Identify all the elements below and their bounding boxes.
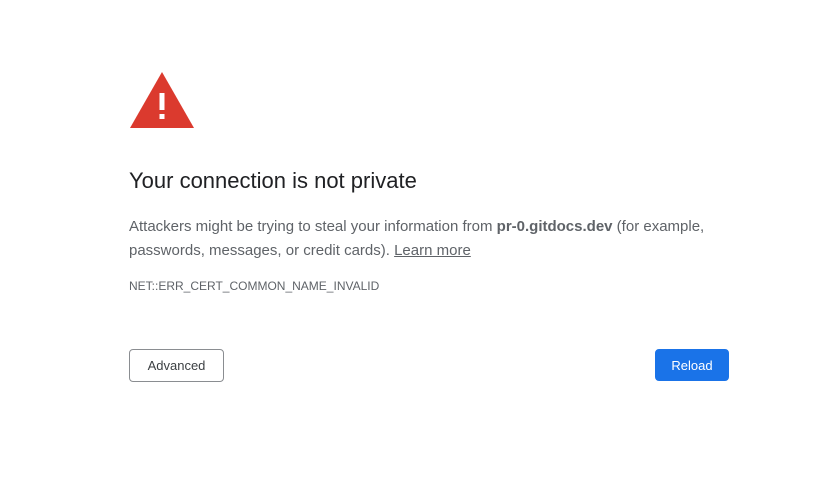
description-prefix: Attackers might be trying to steal your … [129,218,497,235]
site-domain: pr-0.gitdocs.dev [496,218,613,235]
warning-triangle-icon [130,72,194,128]
page-title: Your connection is not private [129,168,417,193]
error-description: Attackers might be trying to steal your … [129,215,739,263]
advanced-button[interactable]: Advanced [129,349,224,382]
reload-button[interactable]: Reload [655,349,729,381]
learn-more-link[interactable]: Learn more [394,242,471,259]
error-code: NET::ERR_CERT_COMMON_NAME_INVALID [129,279,380,293]
interstitial-page: Your connection is not private Attackers… [0,0,830,482]
